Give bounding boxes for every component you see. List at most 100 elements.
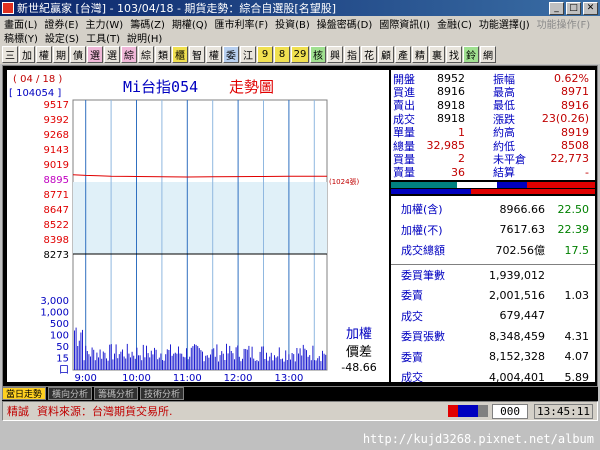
stat-label: 委買張數 [401, 330, 445, 343]
close-button[interactable]: ✕ [583, 1, 598, 15]
menu-screen[interactable]: 畫面(L) [4, 16, 37, 31]
toolbar-button[interactable]: 權 [206, 45, 222, 63]
footer: http://kujd3268.pixnet.net/album [0, 424, 600, 450]
volume-bar [184, 357, 186, 370]
volume-bar [122, 349, 123, 370]
chart-title-suffix: 走勢圖 [229, 78, 274, 96]
minimize-button[interactable]: _ [549, 1, 564, 15]
menu-tools[interactable]: 工具(T) [86, 30, 120, 45]
toolbar-button[interactable]: 找 [446, 45, 462, 63]
volume-bar [78, 340, 80, 370]
stat-label: 委賣 [401, 289, 423, 302]
quote-value: 8952 [437, 72, 465, 85]
volume-bar [243, 348, 245, 370]
toolbar-button[interactable]: 債 [70, 45, 86, 63]
maximize-button[interactable]: □ [566, 1, 581, 15]
toolbar-button[interactable]: 委 [223, 45, 239, 63]
volume-bar [286, 360, 288, 370]
menu-investment[interactable]: 投資(B) [275, 16, 310, 31]
volume-bar [106, 358, 107, 370]
status-clock: 13:45:11 [534, 403, 593, 419]
toolbar-button[interactable]: 精 [412, 45, 428, 63]
tab-intraday[interactable]: 當日走勢 [2, 387, 47, 400]
volume-bar [298, 353, 299, 370]
toolbar-button[interactable]: 8 [274, 45, 290, 63]
toolbar-button[interactable]: 選 [87, 45, 103, 63]
stat-label: 加權(含) [401, 203, 443, 216]
volume-bar [115, 344, 117, 370]
menu-draft[interactable]: 稿標(Y) [4, 30, 38, 45]
quote-value: 8971 [561, 85, 589, 99]
intraday-chart[interactable]: ( 04 / 18 ) [ 104054 ] Mi台指054 走勢圖 9517 9… [7, 70, 389, 382]
quote-value: 8916 [437, 85, 465, 99]
toolbar-button[interactable]: 櫃 [172, 45, 188, 63]
menu-chips[interactable]: 籌碼(Z) [130, 16, 165, 31]
volume-bar [104, 352, 106, 370]
stat-ratio: 4.07 [564, 350, 590, 363]
toolbar-button[interactable]: 29 [291, 45, 309, 63]
menu-international[interactable]: 國際資訊(I) [379, 16, 430, 31]
volume-bar [190, 347, 192, 370]
toolbar-button[interactable]: 智 [189, 45, 205, 63]
bottom-tabs: 當日走勢 橫向分析 籌碼分析 技術分析 [2, 387, 598, 401]
volume-bar [299, 348, 301, 370]
volume-bar [154, 347, 155, 370]
volume-bar [120, 351, 122, 370]
volume-bar [322, 350, 323, 370]
volume-bar [318, 356, 320, 370]
menu-finance[interactable]: 金融(C) [437, 16, 472, 31]
menu-help[interactable]: 說明(H) [127, 30, 162, 45]
volume-bar [272, 360, 274, 370]
volume-bar [144, 357, 146, 370]
stat-ratio: 4.31 [564, 329, 590, 343]
toolbar-button[interactable]: 網 [480, 45, 496, 63]
volume-tick-label: 50 [56, 342, 69, 353]
toolbar-button[interactable]: 三 [2, 45, 18, 63]
stat-value: 1,939,012 [489, 268, 545, 282]
toolbar-button[interactable]: 產 [395, 45, 411, 63]
quote-value: 8916 [561, 98, 589, 112]
toolbar-button[interactable]: 鈴 [463, 45, 479, 63]
menu-main-force[interactable]: 主力(W) [86, 16, 124, 31]
volume-bar [107, 360, 109, 370]
menu-function-select[interactable]: 功能選擇(J) [479, 16, 530, 31]
volume-bar [274, 355, 275, 370]
volume-bar [114, 353, 115, 370]
tab-technical-analysis[interactable]: 技術分析 [140, 387, 185, 400]
price-tick-label: 9143 [44, 145, 69, 156]
toolbar-button[interactable]: 權 [36, 45, 52, 63]
stat-value: 7617.63 [499, 223, 546, 236]
toolbar-button[interactable]: 裏 [429, 45, 445, 63]
toolbar-button[interactable]: 類 [155, 45, 171, 63]
stat-label: 成交 [401, 309, 423, 323]
toolbar-button[interactable]: 9 [257, 45, 273, 63]
quote-value: 8918 [437, 98, 465, 112]
quote-value: 8508 [561, 139, 589, 152]
volume-bar [101, 358, 103, 370]
toolbar-button[interactable]: 期 [53, 45, 69, 63]
volume-bar [293, 354, 295, 370]
toolbar-button[interactable]: 江 [240, 45, 256, 63]
menu-fx-rates[interactable]: 匯市利率(F) [215, 16, 269, 31]
toolbar-button[interactable]: 綜 [121, 45, 137, 63]
menu-trading-code[interactable]: 操盤密碼(D) [317, 16, 373, 31]
toolbar-button[interactable]: 核 [310, 45, 326, 63]
toolbar-button[interactable]: 指 [344, 45, 360, 63]
toolbar-button[interactable]: 興 [327, 45, 343, 63]
toolbar-button[interactable]: 顧 [378, 45, 394, 63]
menu-settings[interactable]: 設定(S) [45, 30, 79, 45]
tab-horizontal-analysis[interactable]: 橫向分析 [48, 387, 93, 400]
toolbar-button[interactable]: 綜 [138, 45, 154, 63]
volume-bar [77, 346, 79, 370]
menu-securities[interactable]: 證券(E) [44, 16, 78, 31]
price-tick-label: 8522 [44, 220, 69, 231]
toolbar-button[interactable]: 加 [19, 45, 35, 63]
volume-tick-label: 500 [50, 319, 69, 330]
tab-chip-analysis[interactable]: 籌碼分析 [94, 387, 139, 400]
toolbar-button[interactable]: 選 [104, 45, 120, 63]
quote-value: 8919 [561, 125, 589, 139]
volume-bar [278, 347, 280, 370]
toolbar-button[interactable]: 花 [361, 45, 377, 63]
quote-row: 賣量 36 結算 - [391, 166, 595, 180]
menu-futures-options[interactable]: 期權(Q) [172, 16, 208, 31]
